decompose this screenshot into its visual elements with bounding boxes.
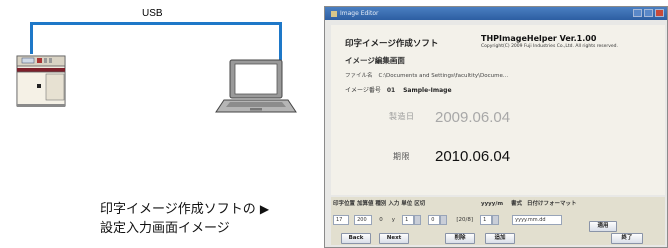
delete-button[interactable]: 削除 bbox=[445, 233, 475, 244]
add-button[interactable]: 追加 bbox=[485, 233, 515, 244]
laptop-icon bbox=[214, 56, 298, 114]
printer-icon bbox=[16, 52, 68, 108]
copyright-text: Copyright(C) 2009 Fuji Industries Co.,Lt… bbox=[481, 44, 618, 49]
unit-text: [20/8] bbox=[456, 216, 473, 223]
apply-button[interactable]: 適用 bbox=[589, 221, 617, 232]
settings-row: 17 200 0 y 1 0 [20/8] 1 yyyy.mm.dd bbox=[333, 209, 563, 225]
settings-header-mid: yyyy/m 書式 bbox=[481, 199, 522, 207]
window-titlebar[interactable]: Image Editor bbox=[325, 7, 667, 20]
editor-panel: 印字イメージ作成ソフト THPImageHelper Ver.1.00 Copy… bbox=[331, 25, 665, 195]
file-label: ファイル名 bbox=[345, 73, 373, 79]
header-unit: 単位 bbox=[401, 201, 413, 207]
diagram-caption: 印字イメージ作成ソフトの ▶ 設定入力画面イメージ bbox=[100, 200, 269, 238]
header-yyyy: yyyy/m bbox=[481, 201, 504, 207]
window-title: Image Editor bbox=[340, 10, 379, 17]
settings-header-right: 日付けフォーマット bbox=[527, 201, 577, 207]
preview-label-1: 製造日 bbox=[389, 112, 415, 121]
caption-arrow-icon: ▶ bbox=[259, 202, 270, 216]
caption-line1: 印字イメージ作成ソフトの bbox=[100, 202, 256, 217]
file-row: ファイル名 C:\Documents and Settings\facultity… bbox=[345, 71, 514, 79]
close-icon[interactable] bbox=[655, 9, 664, 17]
image-no: 01 bbox=[386, 87, 396, 94]
image-name: Sample-Image bbox=[403, 87, 452, 94]
mode-title: イメージ編集画面 bbox=[345, 56, 405, 65]
unit-spinner-icon[interactable] bbox=[414, 214, 422, 225]
unit-field[interactable]: 1 bbox=[402, 214, 415, 225]
separator-field[interactable]: 0 bbox=[428, 214, 441, 225]
header-input: 入力 bbox=[388, 201, 400, 207]
app-title: 印字イメージ作成ソフト bbox=[345, 39, 439, 49]
year-spinner-icon[interactable] bbox=[492, 214, 500, 225]
image-editor-window: Image Editor 印字イメージ作成ソフト THPImageHelper … bbox=[324, 6, 668, 248]
header-separator: 区切 bbox=[414, 201, 426, 207]
back-button[interactable]: Back bbox=[341, 233, 371, 244]
settings-headers: 印字位置 加算値 種別 入力 単位 区切 bbox=[333, 199, 425, 207]
preview-date-2: 2010.06.04 bbox=[435, 148, 511, 165]
caption-line2: 設定入力画面イメージ bbox=[100, 221, 230, 236]
maximize-icon[interactable] bbox=[644, 9, 653, 17]
finish-button[interactable]: 終了 bbox=[611, 233, 643, 244]
print-preview: 製造日 2009.06.04 期限 2010.06.04 bbox=[371, 99, 551, 177]
header-type: 種別 bbox=[375, 201, 387, 207]
next-button[interactable]: Next bbox=[379, 233, 409, 244]
header-position: 印字位置 bbox=[333, 201, 356, 207]
usb-label: USB bbox=[142, 8, 163, 19]
header-format: 書式 bbox=[511, 201, 523, 207]
separator-spinner-icon[interactable] bbox=[440, 214, 448, 225]
preview-date-1: 2009.06.04 bbox=[435, 109, 511, 126]
input-value: y bbox=[391, 216, 396, 223]
header-add: 加算値 bbox=[356, 201, 374, 207]
preview-label-2: 期限 bbox=[393, 152, 410, 161]
format-field[interactable]: yyyy.mm.dd bbox=[512, 214, 563, 225]
image-number-row: イメージ番号 01 Sample-Image bbox=[345, 85, 452, 94]
file-path: C:\Documents and Settings\facultity\Docu… bbox=[378, 73, 509, 79]
minimize-icon[interactable] bbox=[633, 9, 642, 17]
type-value: 0 bbox=[379, 216, 383, 223]
year-field[interactable]: 1 bbox=[480, 214, 493, 225]
position-field[interactable]: 17 bbox=[333, 214, 349, 225]
settings-panel: 印字位置 加算値 種別 入力 単位 区切 yyyy/m 書式 日付けフォーマット… bbox=[331, 197, 665, 245]
app-icon bbox=[331, 10, 337, 17]
image-no-label: イメージ番号 bbox=[345, 87, 381, 94]
add-value-field[interactable]: 200 bbox=[354, 214, 373, 225]
app-version: THPImageHelper Ver.1.00 bbox=[481, 34, 597, 43]
